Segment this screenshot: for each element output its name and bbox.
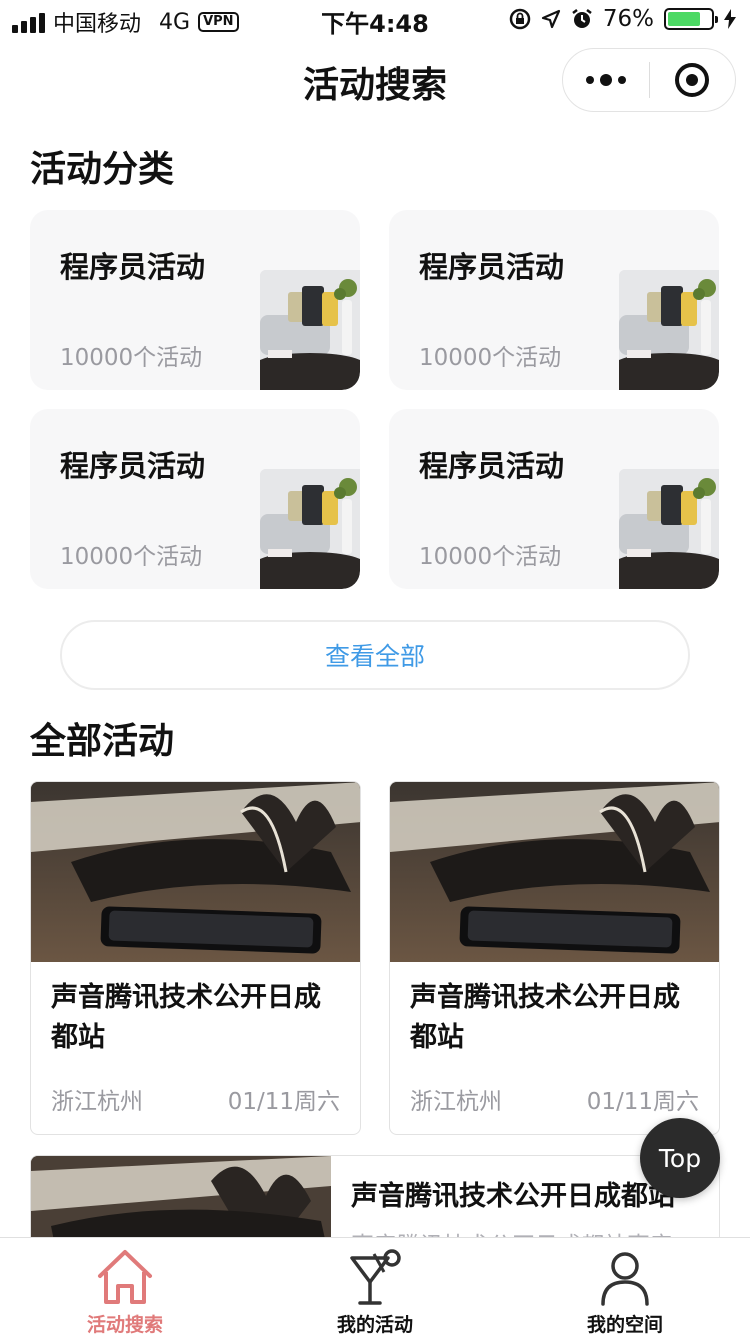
back-to-top-button[interactable]: Top [640, 1118, 720, 1198]
category-card[interactable]: 程序员活动 10000个活动 [30, 409, 360, 589]
category-card[interactable]: 程序员活动 10000个活动 [389, 210, 719, 390]
event-date: 01/11周六 [586, 1089, 699, 1115]
battery-percent: 76% [602, 6, 654, 32]
charging-bolt-icon [724, 9, 736, 29]
category-count: 10000个活动 [419, 544, 562, 570]
event-image [31, 782, 360, 962]
alarm-icon [572, 9, 592, 28]
location-arrow-icon [541, 9, 560, 29]
category-card[interactable]: 程序员活动 10000个活动 [30, 210, 360, 390]
more-dots-icon [617, 76, 626, 84]
more-button[interactable] [563, 74, 649, 86]
event-title: 声音腾讯技术公开日成都站 [51, 982, 321, 1053]
tab-label: 我的空间 [586, 1314, 663, 1334]
activity-search-page: 中国移动 4G VPN 下午4:48 76% 活动搜索 活动分类 程序员活动 1… [0, 0, 750, 1334]
rotation-lock-icon [509, 8, 531, 30]
status-bar: 中国移动 4G VPN 下午4:48 76% [0, 0, 750, 40]
category-image [260, 469, 360, 589]
events-section-title: 全部活动 [30, 721, 175, 762]
event-title: 声音腾讯技术公开日成都站 [410, 982, 680, 1053]
close-miniprogram-button[interactable] [650, 63, 736, 97]
view-all-button[interactable]: 查看全部 [60, 620, 690, 690]
category-card[interactable]: 程序员活动 10000个活动 [389, 409, 719, 589]
category-count: 10000个活动 [419, 345, 562, 371]
target-circle-icon [675, 63, 710, 97]
tab-label: 活动搜索 [86, 1314, 163, 1334]
event-card[interactable]: 声音腾讯技术公开日成都站 浙江杭州 01/11周六 [389, 781, 720, 1135]
tab-my-activities[interactable]: 我的活动 [250, 1238, 500, 1334]
tab-bar: 活动搜索 我的活动 我的空间 [0, 1237, 750, 1334]
more-dots-icon [599, 74, 612, 86]
user-icon [601, 1252, 649, 1306]
home-icon [98, 1250, 152, 1304]
navigation-bar: 活动搜索 [0, 44, 750, 116]
category-name: 程序员活动 [419, 449, 565, 483]
category-image [260, 270, 360, 390]
battery-icon [664, 8, 718, 30]
event-title: 声音腾讯技术公开日成都站 [351, 1181, 675, 1212]
event-location: 浙江杭州 [410, 1089, 502, 1115]
tab-activity-search[interactable]: 活动搜索 [0, 1238, 250, 1334]
category-image [619, 270, 719, 390]
category-count: 10000个活动 [60, 345, 203, 371]
more-dots-icon [585, 76, 594, 84]
category-name: 程序员活动 [419, 250, 565, 284]
cocktail-icon [350, 1249, 401, 1305]
category-count: 10000个活动 [60, 544, 203, 570]
tab-my-space[interactable]: 我的空间 [500, 1238, 750, 1334]
event-location: 浙江杭州 [51, 1089, 143, 1115]
miniprogram-capsule [562, 48, 736, 112]
category-name: 程序员活动 [60, 250, 206, 284]
category-name: 程序员活动 [60, 449, 206, 483]
tab-label: 我的活动 [336, 1314, 413, 1334]
event-card[interactable]: 声音腾讯技术公开日成都站 浙江杭州 01/11周六 [30, 781, 361, 1135]
status-right: 76% [509, 6, 736, 32]
category-image [619, 469, 719, 589]
event-image [390, 782, 719, 962]
event-date: 01/11周六 [227, 1089, 340, 1115]
categories-section-title: 活动分类 [30, 149, 175, 190]
